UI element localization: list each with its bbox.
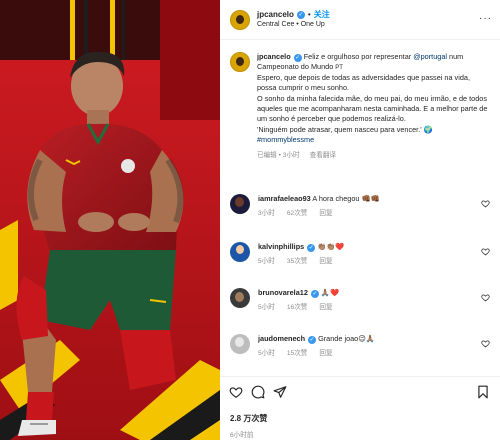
comment-body: brunovarela12 ✓ 🙏🏽❤️ 5小时 16次赞 回复 bbox=[258, 288, 478, 313]
caption-body: jpcancelo ✓ Feliz e orgulhoso por represe… bbox=[257, 52, 490, 161]
comment-item: iamrafaeleao93 A hora chegou 👊🏾👊🏾 3小时 62… bbox=[230, 194, 490, 219]
commenter-username[interactable]: iamrafaeleao93 bbox=[258, 194, 311, 203]
verified-badge-icon: ✓ bbox=[293, 54, 302, 62]
save-bookmark-icon[interactable] bbox=[476, 385, 490, 399]
comment-like-icon[interactable] bbox=[481, 247, 490, 256]
hashtag-link[interactable]: #mommyblessme bbox=[257, 135, 490, 145]
comment-meta: 5小时 15次赞 回复 bbox=[258, 350, 478, 359]
caption-paragraph-3: 'Ninguém pode atrasar, quem nasceu para … bbox=[257, 125, 490, 135]
commenter-avatar[interactable] bbox=[230, 242, 250, 262]
commenter-username[interactable]: kalvinphillips bbox=[258, 242, 304, 251]
edited-label: 已编辑 bbox=[257, 152, 277, 160]
caption-text-start: Feliz e orgulhoso por representar bbox=[303, 52, 414, 61]
caption-meta-dot: • bbox=[278, 152, 281, 160]
separator-dot: • bbox=[307, 10, 311, 19]
comment-likes[interactable]: 35次赞 bbox=[287, 258, 308, 267]
comment-line: iamrafaeleao93 A hora chegou 👊🏾👊🏾 bbox=[258, 194, 478, 204]
likes-count[interactable]: 2.8 万次赞 bbox=[230, 413, 267, 424]
commenter-avatar[interactable] bbox=[230, 288, 250, 308]
instagram-post: jpcancelo ✓ • 关注 Central Cee • One Up ··… bbox=[0, 0, 500, 440]
mention-link[interactable]: @portugal bbox=[413, 52, 447, 61]
comment-time: 5小时 bbox=[258, 258, 275, 265]
reply-button[interactable]: 回复 bbox=[319, 258, 332, 267]
header-line: jpcancelo ✓ • 关注 bbox=[257, 10, 330, 20]
caption-paragraph-1: Espero, que depois de todas as adversida… bbox=[257, 72, 470, 93]
comment-meta: 5小时 35次赞 回复 bbox=[258, 258, 478, 267]
commenter-username[interactable]: brunovarela12 bbox=[258, 288, 308, 297]
comment-meta: 5小时 16次赞 回复 bbox=[258, 304, 478, 313]
comment-like-icon[interactable] bbox=[481, 293, 490, 302]
comment-time: 5小时 bbox=[258, 350, 275, 357]
author-avatar[interactable] bbox=[230, 9, 250, 30]
comments-section: jpcancelo ✓ Feliz e orgulhoso por represe… bbox=[220, 52, 500, 376]
comment-meta: 3小时 62次赞 回复 bbox=[258, 210, 478, 219]
comment-body: iamrafaeleao93 A hora chegou 👊🏾👊🏾 3小时 62… bbox=[258, 194, 478, 219]
caption-quote: 'Ninguém pode atrasar, quem nasceu para … bbox=[257, 124, 424, 134]
comment-like-icon[interactable] bbox=[481, 339, 490, 348]
comment-likes[interactable]: 62次赞 bbox=[287, 210, 308, 219]
caption-time: 已编辑 • 3小时 bbox=[257, 151, 300, 160]
comment-body: jaudomenech ✓ Grande joao😉🙏🏽 5小时 15次赞 回复 bbox=[258, 334, 478, 359]
comment-text: Grande joao😉🙏🏽 bbox=[318, 334, 375, 343]
comment-text: 🙏🏽❤️ bbox=[320, 288, 340, 297]
comment-line: kalvinphillips ✓ 👏🏽👏🏽❤️ bbox=[258, 242, 478, 252]
caption-time-value: 3小时 bbox=[282, 152, 300, 160]
flag-pt: PT bbox=[335, 65, 343, 72]
commenter-avatar[interactable] bbox=[230, 334, 250, 354]
share-paper-plane-icon[interactable] bbox=[273, 385, 287, 399]
post-time: 6小时前 bbox=[230, 432, 254, 439]
comment-line: brunovarela12 ✓ 🙏🏽❤️ bbox=[258, 288, 478, 298]
author-username[interactable]: jpcancelo bbox=[257, 10, 294, 20]
verified-badge-icon: ✓ bbox=[307, 244, 316, 252]
commenter-username[interactable]: jaudomenech bbox=[258, 334, 305, 343]
comment-likes[interactable]: 16次赞 bbox=[287, 304, 308, 313]
like-heart-icon[interactable] bbox=[229, 385, 243, 399]
caption-meta: 已编辑 • 3小时 查看翻译 bbox=[257, 151, 490, 160]
post-caption: jpcancelo ✓ Feliz e orgulhoso por represe… bbox=[220, 52, 500, 161]
header-text: jpcancelo ✓ • 关注 Central Cee • One Up bbox=[257, 10, 330, 29]
caption-line-1: jpcancelo ✓ Feliz e orgulhoso por represe… bbox=[257, 52, 490, 73]
caption-paragraph-2: O sonho da minha falecida mãe, do meu pa… bbox=[257, 93, 488, 124]
comment-text: A hora chegou 👊🏾👊🏾 bbox=[312, 194, 380, 203]
comment-line: jaudomenech ✓ Grande joao😉🙏🏽 bbox=[258, 334, 478, 344]
player-photo-illustration bbox=[0, 0, 220, 440]
verified-badge-icon: ✓ bbox=[310, 290, 319, 298]
reply-button[interactable]: 回复 bbox=[319, 304, 332, 313]
comment-item: jaudomenech ✓ Grande joao😉🙏🏽 5小时 15次赞 回复 bbox=[230, 334, 490, 359]
action-buttons bbox=[229, 385, 287, 399]
comment-text: 👏🏽👏🏽❤️ bbox=[317, 242, 345, 251]
post-photo[interactable] bbox=[0, 0, 220, 440]
comment-time: 5小时 bbox=[258, 304, 275, 311]
more-options-icon[interactable]: ··· bbox=[479, 13, 492, 24]
comment-item: kalvinphillips ✓ 👏🏽👏🏽❤️ 5小时 35次赞 回复 bbox=[230, 242, 490, 267]
reply-button[interactable]: 回复 bbox=[319, 350, 332, 359]
audio-track-link[interactable]: Central Cee • One Up bbox=[257, 21, 330, 29]
verified-badge-icon: ✓ bbox=[296, 10, 305, 19]
translate-link[interactable]: 查看翻译 bbox=[310, 151, 336, 160]
verified-badge-icon: ✓ bbox=[308, 336, 317, 344]
follow-button[interactable]: 关注 bbox=[314, 10, 330, 20]
comment-bubble-icon[interactable] bbox=[251, 385, 265, 399]
caption-username[interactable]: jpcancelo bbox=[257, 52, 291, 61]
comment-like-icon[interactable] bbox=[481, 199, 490, 208]
globe-emoji-icon: 🌍 bbox=[423, 124, 433, 134]
comment-body: kalvinphillips ✓ 👏🏽👏🏽❤️ 5小时 35次赞 回复 bbox=[258, 242, 478, 267]
comment-time: 3小时 bbox=[258, 209, 275, 217]
commenter-avatar[interactable] bbox=[230, 194, 250, 214]
post-side-panel: jpcancelo ✓ • 关注 Central Cee • One Up ··… bbox=[220, 0, 500, 440]
comment-item: brunovarela12 ✓ 🙏🏽❤️ 5小时 16次赞 回复 bbox=[230, 288, 490, 313]
caption-author-avatar[interactable] bbox=[230, 52, 250, 72]
post-header: jpcancelo ✓ • 关注 Central Cee • One Up ··… bbox=[220, 0, 500, 40]
post-actions: 2.8 万次赞 6小时前 bbox=[220, 376, 500, 440]
comment-likes[interactable]: 15次赞 bbox=[287, 350, 308, 359]
reply-button[interactable]: 回复 bbox=[319, 210, 332, 219]
